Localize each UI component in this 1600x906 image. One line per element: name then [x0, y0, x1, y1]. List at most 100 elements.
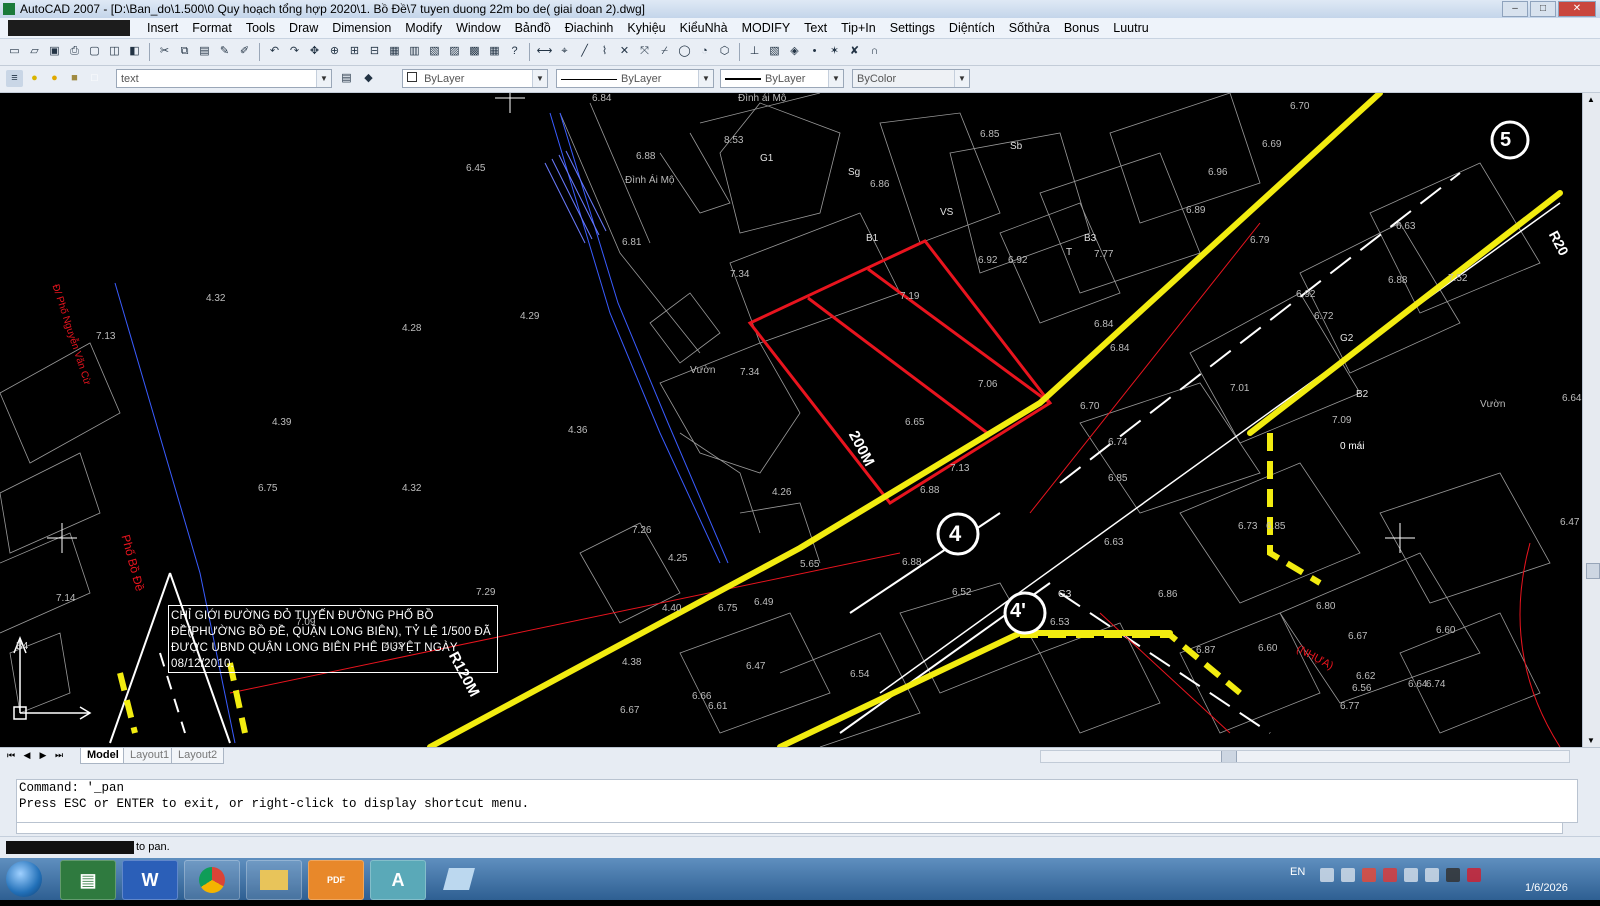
flag-icon[interactable] [1404, 868, 1418, 882]
color-swatch-icon[interactable]: □ [86, 70, 103, 87]
horizontal-scrollbar[interactable] [1040, 750, 1570, 763]
save-icon[interactable]: ▣ [46, 43, 63, 60]
arc-icon[interactable]: ◔ [696, 43, 713, 60]
chevron-down-icon[interactable]: ▼ [698, 70, 713, 87]
close-button[interactable]: ✕ [1558, 1, 1596, 17]
taskbar-app-word[interactable]: W [122, 860, 178, 900]
tray-icon[interactable] [1341, 868, 1355, 882]
menu-item[interactable]: Kyhiệu [620, 20, 672, 36]
cut-icon[interactable]: ✂ [156, 43, 173, 60]
next-tab-icon[interactable]: ▶ [36, 749, 50, 762]
layer-dropdown[interactable]: text ▼ [116, 69, 332, 88]
menu-item[interactable]: Luutru [1106, 20, 1155, 36]
polyline-icon[interactable]: ⌇ [596, 43, 613, 60]
distance-icon[interactable]: ⟷ [536, 43, 553, 60]
drawing-canvas[interactable]: 5 4 4' R120M 200M R20 (NHỰA) Phố Bồ Đề Đ… [0, 93, 1582, 747]
clock[interactable]: 1/6/2026 [1525, 882, 1568, 894]
start-button[interactable] [6, 861, 42, 897]
zoom-realtime-icon[interactable]: ⊕ [326, 43, 343, 60]
taskbar-app-pdf[interactable]: PDF [308, 860, 364, 900]
magnet-icon[interactable]: ∩ [866, 43, 883, 60]
language-indicator[interactable]: EN [1290, 866, 1305, 878]
tool-palettes-icon[interactable]: ▧ [426, 43, 443, 60]
vertical-scrollbar[interactable]: ▲ ▼ [1582, 93, 1600, 747]
menu-item[interactable]: Sốthửa [1002, 20, 1057, 36]
redo-icon[interactable]: ↷ [286, 43, 303, 60]
lineweight-dropdown[interactable]: ByLayer ▼ [720, 69, 844, 88]
prev-tab-icon[interactable]: ◀ [20, 749, 34, 762]
explode-icon[interactable]: ✶ [826, 43, 843, 60]
tray-icon[interactable] [1467, 868, 1481, 882]
menu-item[interactable]: Text [797, 20, 834, 36]
menu-item[interactable]: Tip+In [834, 20, 883, 36]
polygon-icon[interactable]: ⬡ [716, 43, 733, 60]
line-icon[interactable]: ╱ [576, 43, 593, 60]
tray-icon[interactable] [1383, 868, 1397, 882]
scroll-down-icon[interactable]: ▼ [1587, 736, 1595, 745]
minimize-button[interactable]: – [1502, 1, 1528, 17]
extend-icon[interactable]: ⤧ [636, 43, 653, 60]
open-icon[interactable]: ▱ [26, 43, 43, 60]
menu-item[interactable]: Dimension [325, 20, 398, 36]
pan-icon[interactable]: ✥ [306, 43, 323, 60]
id-point-icon[interactable]: ⌖ [556, 43, 573, 60]
make-layer-current-icon[interactable]: ▤ [338, 70, 355, 87]
properties-icon[interactable]: ▦ [386, 43, 403, 60]
taskbar-app-chrome[interactable] [184, 860, 240, 900]
menu-item[interactable]: Format [185, 20, 239, 36]
vertical-scroll-thumb[interactable] [1586, 563, 1600, 579]
tray-icon[interactable] [1446, 868, 1460, 882]
trim-icon[interactable]: ✕ [616, 43, 633, 60]
hatch-icon[interactable]: ▧ [766, 43, 783, 60]
sun-icon[interactable]: ● [46, 70, 63, 87]
menu-item[interactable]: Draw [282, 20, 325, 36]
match-properties-icon[interactable]: ✎ [216, 43, 233, 60]
taskbar-app-excel[interactable]: ▤ [60, 860, 116, 900]
designcenter-icon[interactable]: ▥ [406, 43, 423, 60]
help-icon[interactable]: ? [506, 43, 523, 60]
tray-icon[interactable] [1362, 868, 1376, 882]
color-dropdown[interactable]: ByLayer ▼ [402, 69, 548, 88]
autocad-app-icon[interactable] [3, 3, 15, 15]
menu-item[interactable]: Settings [883, 20, 942, 36]
copy-icon[interactable]: ⧉ [176, 43, 193, 60]
taskbar-app-explorer[interactable] [246, 860, 302, 900]
chevron-down-icon[interactable]: ▼ [828, 70, 843, 87]
menu-item[interactable]: Điachinh [558, 20, 621, 36]
plot-icon[interactable]: ⎙ [66, 43, 83, 60]
taskbar-app-notes[interactable] [432, 860, 486, 898]
zoom-window-icon[interactable]: ⊞ [346, 43, 363, 60]
menu-item[interactable]: Bảnđồ [508, 20, 558, 36]
preview-icon[interactable]: ▢ [86, 43, 103, 60]
paste-icon[interactable]: ▤ [196, 43, 213, 60]
menu-item[interactable]: Insert [140, 20, 185, 36]
markup-icon[interactable]: ▩ [466, 43, 483, 60]
menu-item[interactable]: Diệntích [942, 20, 1002, 36]
chevron-down-icon[interactable]: ▼ [954, 70, 969, 87]
sheet-set-icon[interactable]: ▨ [446, 43, 463, 60]
circle-icon[interactable]: ◯ [676, 43, 693, 60]
break-icon[interactable]: ⌿ [656, 43, 673, 60]
tray-icon[interactable] [1320, 868, 1334, 882]
taskbar-app-autocad[interactable]: A [370, 860, 426, 900]
chevron-down-icon[interactable]: ▼ [532, 70, 547, 87]
calculator-icon[interactable]: ▦ [486, 43, 503, 60]
maximize-button[interactable]: □ [1530, 1, 1556, 17]
lock-icon[interactable]: ■ [66, 70, 83, 87]
menu-item[interactable]: Window [449, 20, 507, 36]
publish-icon[interactable]: ◫ [106, 43, 123, 60]
network-icon[interactable] [1425, 868, 1439, 882]
undo-icon[interactable]: ↶ [266, 43, 283, 60]
tab-layout2[interactable]: Layout2 [171, 748, 225, 764]
command-input[interactable] [16, 822, 1563, 834]
plotstyle-dropdown[interactable]: ByColor ▼ [852, 69, 970, 88]
menu-item[interactable]: Tools [239, 20, 282, 36]
menu-item[interactable]: Modify [398, 20, 449, 36]
zoom-previous-icon[interactable]: ⊟ [366, 43, 383, 60]
dimension-icon[interactable]: ⊥ [746, 43, 763, 60]
menu-item[interactable]: KiểuNhà [673, 20, 735, 36]
layer-previous-icon[interactable]: ◆ [360, 70, 377, 87]
point-icon[interactable]: • [806, 43, 823, 60]
chevron-down-icon[interactable]: ▼ [316, 70, 331, 87]
scroll-up-icon[interactable]: ▲ [1587, 95, 1595, 104]
